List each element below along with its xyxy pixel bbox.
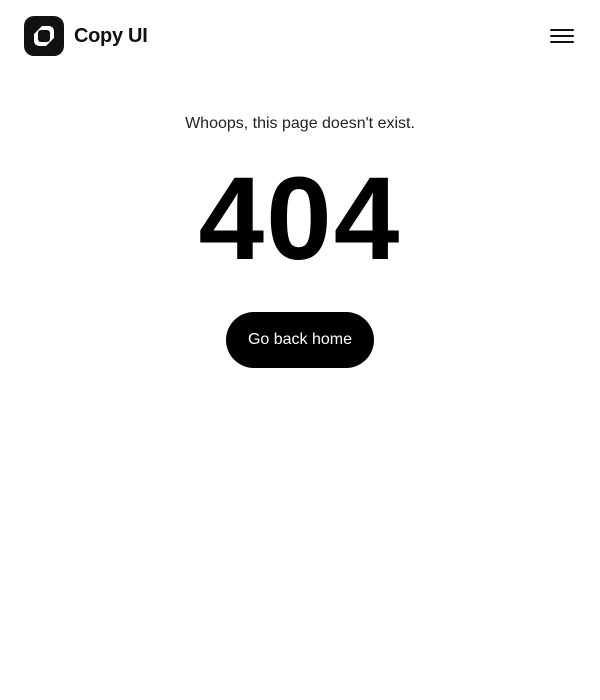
not-found-message: Whoops, this page doesn't exist. — [185, 115, 415, 132]
go-back-home-button[interactable]: Go back home — [226, 312, 374, 368]
copy-ui-logo-icon — [24, 16, 64, 56]
brand-name: Copy UI — [74, 24, 148, 47]
hamburger-menu-icon — [550, 29, 574, 43]
page: Copy UI Whoops, this page doesn't exist.… — [0, 0, 600, 700]
brand-home-link[interactable]: Copy UI — [24, 16, 148, 56]
error-code: 404 — [198, 153, 402, 285]
site-header: Copy UI — [0, 0, 600, 72]
menu-button[interactable] — [548, 22, 576, 50]
